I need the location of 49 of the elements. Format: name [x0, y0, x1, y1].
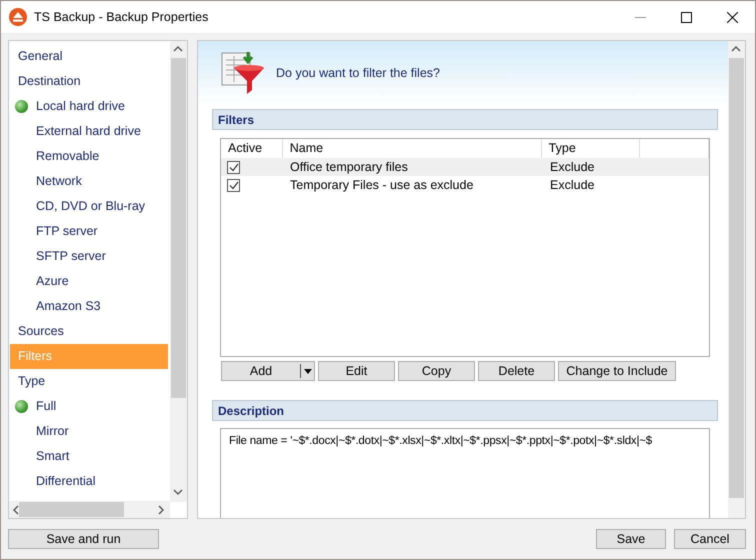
sidebar-item[interactable]: CD, DVD or Blu-ray [10, 194, 168, 219]
checkbox[interactable] [227, 178, 240, 192]
table-cell-text: Exclude [549, 158, 596, 176]
table-row[interactable]: Office temporary files Exclude [221, 158, 709, 176]
caret-icon[interactable] [304, 368, 312, 374]
sidebar-item[interactable]: Removable [10, 144, 168, 169]
description-text: File name = '~$*.docx|~$*.dotx|~$*.xlsx|~$*.xltx|~$*.ppsx|~$*.pptx|~$*.potx|~$*.sldx|~$ [228, 434, 653, 449]
sidebar-item[interactable]: Mirror [10, 419, 168, 444]
sidebar-item[interactable]: Network [10, 169, 168, 194]
toolbar-button[interactable]: Delete [478, 361, 555, 381]
sidebar-item[interactable]: Amazon S3 [10, 294, 168, 319]
save-and-run-button[interactable]: Save and run [8, 529, 159, 549]
sidebar-item[interactable]: Azure [10, 269, 168, 294]
table-cell-text: Temporary Files - use as exclude [289, 176, 474, 194]
horizontal-scrollbar[interactable] [9, 501, 170, 518]
footer-button[interactable]: Cancel [674, 529, 746, 549]
toolbar-button[interactable]: Edit [318, 361, 395, 381]
table-cell-text: Exclude [549, 176, 596, 194]
scroll-down-icon[interactable] [173, 488, 183, 498]
minimize-icon [634, 16, 646, 18]
checkbox[interactable] [227, 160, 240, 174]
section-header: Description [212, 400, 718, 421]
section-header: Filters [212, 109, 718, 130]
vertical-scrollbar[interactable] [170, 41, 187, 502]
sidebar-item[interactable]: Smart [10, 444, 168, 469]
toolbar-button[interactable]: Copy [398, 361, 475, 381]
toolbar-button[interactable]: Add [221, 361, 315, 381]
app-logo-icon [9, 8, 27, 26]
sidebar-item[interactable]: SFTP server [10, 244, 168, 269]
sidebar-item[interactable]: Differential [10, 469, 168, 494]
sidebar-item[interactable]: Sources [10, 319, 168, 344]
footer-button[interactable]: Save [596, 529, 666, 549]
close-icon [726, 12, 738, 22]
toolbar-button[interactable]: Change to Include [558, 361, 676, 381]
table-cell-text: Office temporary files [289, 158, 409, 176]
filter-funnel-icon [220, 50, 266, 96]
maximize-icon [680, 12, 692, 22]
sidebar-item[interactable]: Destination [10, 69, 168, 94]
scroll-right-icon[interactable] [157, 505, 167, 515]
window-title: TS Backup - Backup Properties [34, 8, 210, 26]
sidebar-item[interactable]: FTP server [10, 219, 168, 244]
vertical-scrollbar[interactable] [728, 41, 745, 518]
table-row[interactable]: Temporary Files - use as exclude Exclude [221, 176, 709, 194]
header-question: Do you want to filter the files? [276, 64, 440, 82]
sidebar-item[interactable]: Type [10, 369, 168, 394]
sidebar-item[interactable]: External hard drive [10, 119, 168, 144]
sidebar-item[interactable]: Full [10, 394, 168, 419]
sidebar-item[interactable]: General [10, 44, 168, 69]
sidebar-item[interactable]: Local hard drive [10, 94, 168, 119]
